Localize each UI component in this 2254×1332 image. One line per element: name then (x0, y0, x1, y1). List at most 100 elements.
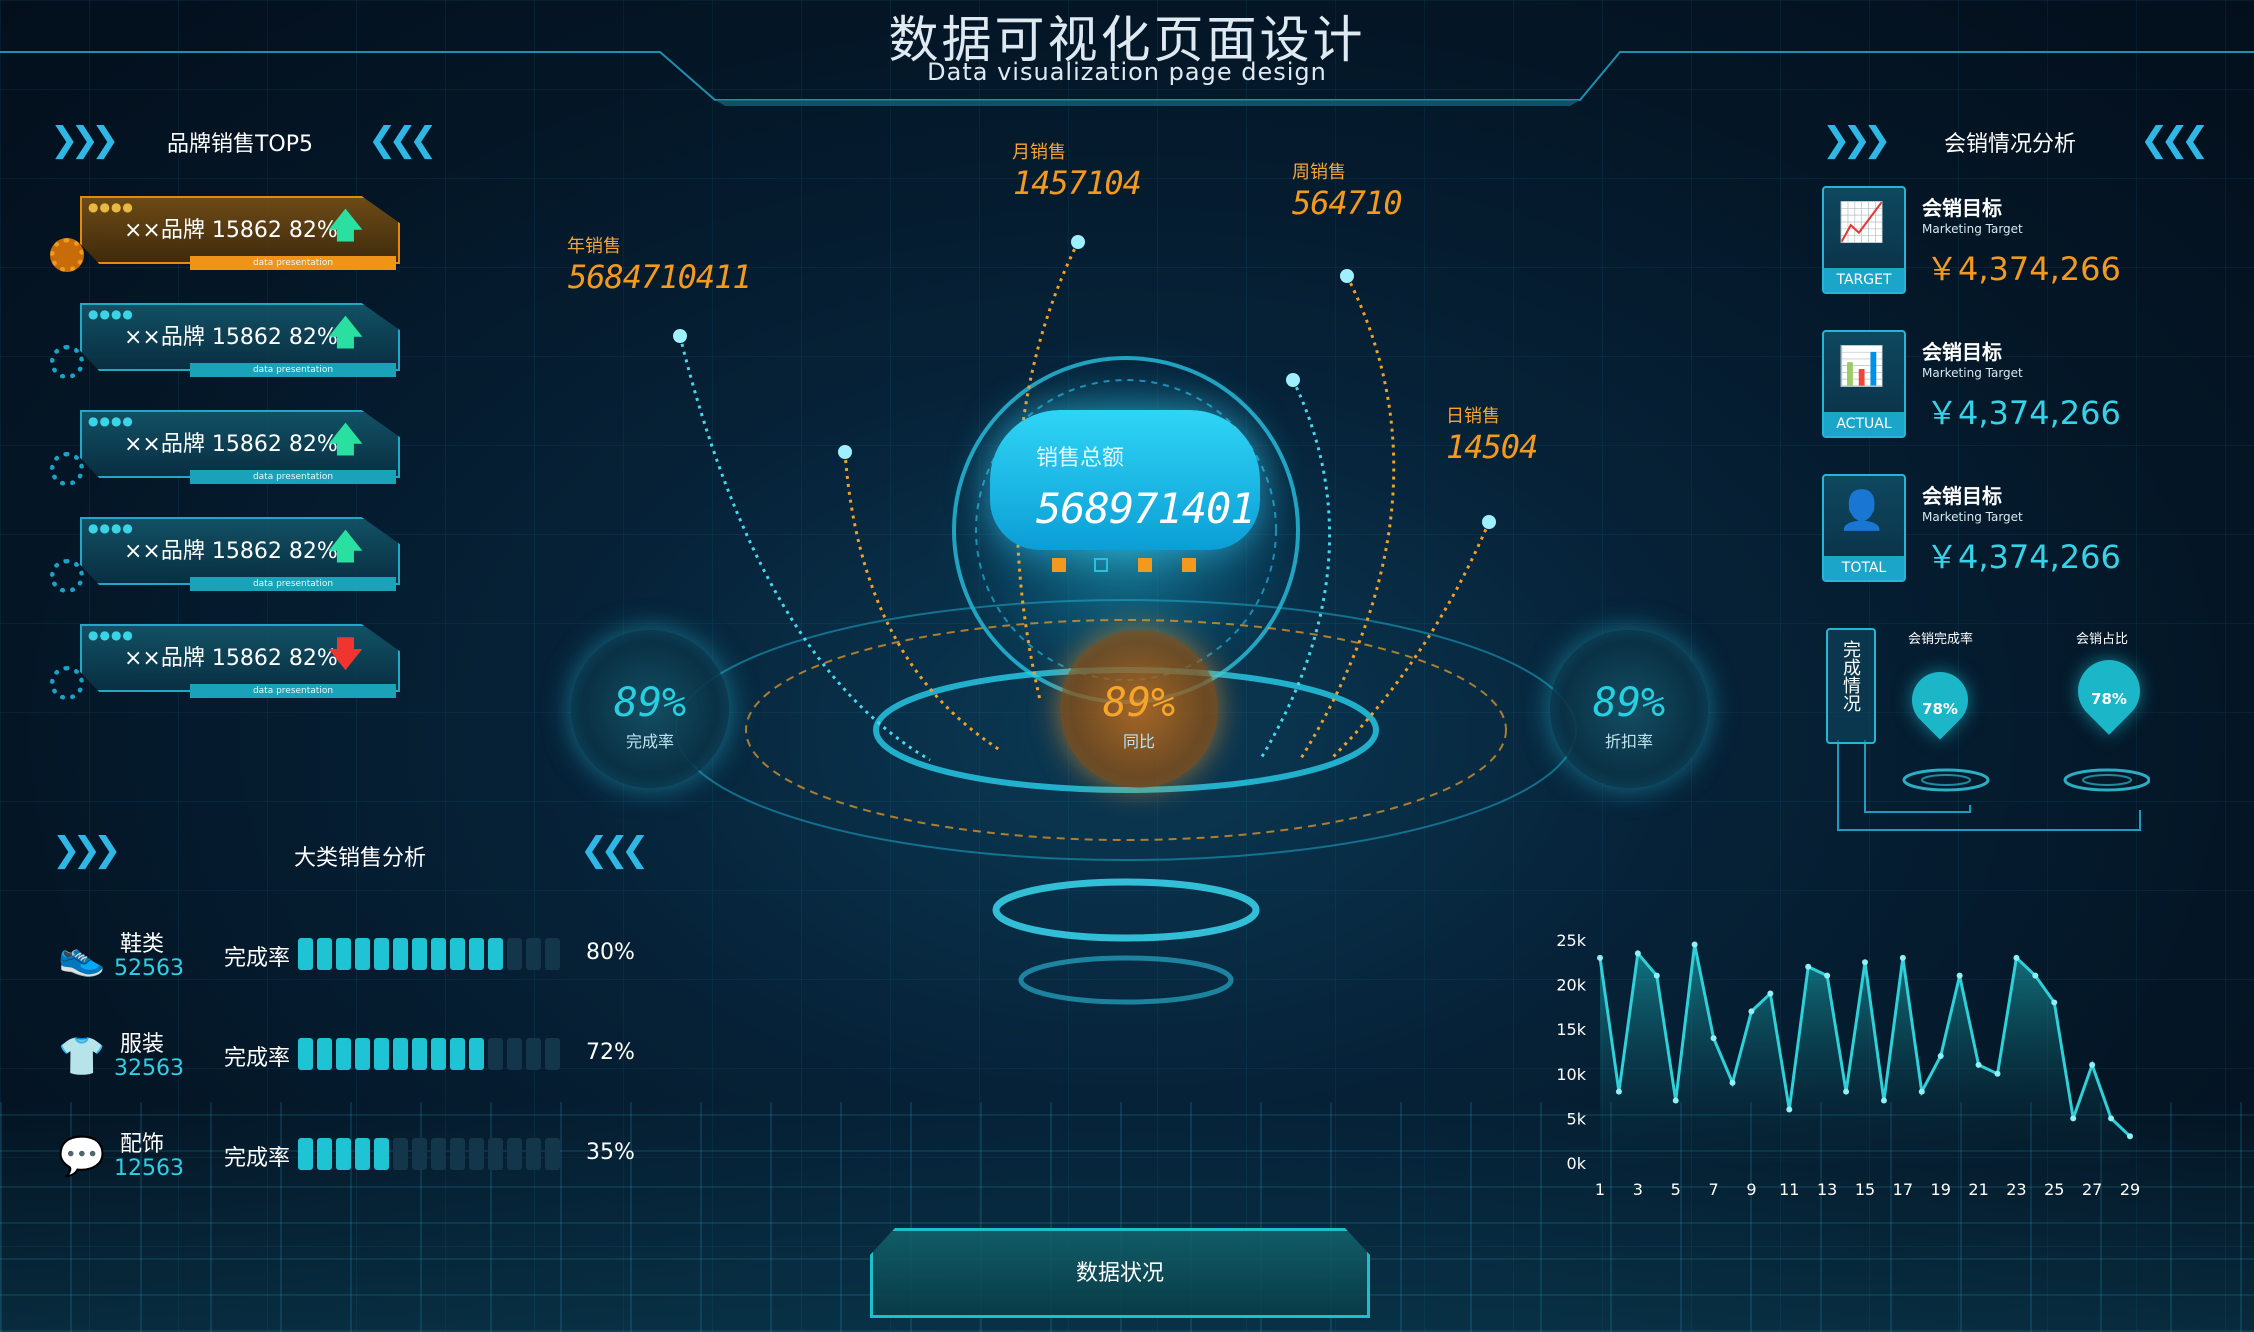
kpi-subtitle: Marketing Target (1922, 510, 2023, 524)
data-point (1710, 1035, 1717, 1042)
kpi-card: 👤 TOTAL 会销目标 Marketing Target ￥4,374,266 (1822, 474, 2142, 584)
category-value: 32563 (114, 1056, 184, 1081)
brand-card[interactable]: ●●●● ××品牌 15862 82% 🡅 data presentation (50, 196, 400, 284)
brand-card-strip: data presentation (190, 363, 396, 377)
kpi-value: ￥4,374,266 (1926, 394, 2121, 432)
data-point (1805, 963, 1812, 970)
progress-segment (526, 1038, 541, 1070)
x-tick-label: 17 (1893, 1180, 1913, 1199)
data-point (1862, 959, 1868, 966)
brand-card-strip: data presentation (190, 470, 396, 484)
shoe-icon: 👟 (58, 934, 106, 978)
x-tick-label: 25 (2044, 1180, 2064, 1199)
arrow-up-icon: 🡅 (328, 313, 363, 353)
progress-segment (469, 1138, 484, 1170)
progress-segment (450, 938, 465, 970)
arrow-up-icon: 🡅 (328, 206, 363, 246)
progress-segment (431, 1138, 446, 1170)
category-panel-title: 大类销售分析 (293, 846, 426, 871)
connector-node (1138, 558, 1152, 572)
data-point (2013, 954, 2020, 961)
x-tick-label: 23 (2006, 1180, 2026, 1199)
brand-card-label: ××品牌 15862 82% (124, 325, 338, 350)
data-point (1843, 1088, 1850, 1095)
month-sales-label: 月销售 (1012, 142, 1066, 163)
data-point (1937, 1052, 1944, 1059)
year-sales-value: 5684710411 (568, 258, 752, 296)
kpi-tag: TARGET (1824, 268, 1904, 292)
chevron-right-icon: ❯❯❯ (52, 830, 122, 870)
x-tick-label: 1 (1595, 1180, 1605, 1199)
brand-card-label: ××品牌 15862 82% (124, 539, 338, 564)
progress-segment (488, 1138, 503, 1170)
y-tick-label: 15k (1556, 1020, 1586, 1039)
kpi-tag: TOTAL (1824, 556, 1904, 580)
progress-segment (374, 1138, 389, 1170)
arrow-up-icon: 🡅 (328, 527, 363, 567)
data-point (1634, 950, 1641, 957)
progress-segment (545, 1038, 560, 1070)
progress-segment (336, 938, 351, 970)
data-point (1767, 990, 1774, 997)
drop-value: 78% (1922, 700, 1958, 718)
data-point (1653, 972, 1660, 979)
brand-card-label: ××品牌 15862 82% (124, 218, 338, 243)
brand-card[interactable]: ●●●● ××品牌 15862 82% 🡅 data presentation (50, 410, 400, 498)
gear-icon (50, 666, 84, 700)
completion-rate-gauge: 89% 完成率 (571, 630, 729, 788)
gauge-value: 89% (1102, 680, 1176, 726)
completion-rate-label: 完成率 (224, 946, 291, 971)
data-status-tab[interactable]: 数据状况 (870, 1228, 1370, 1318)
progress-segment (355, 1038, 370, 1070)
progress-segment (374, 1038, 389, 1070)
kpi-subtitle: Marketing Target (1922, 366, 2023, 380)
x-tick-label: 19 (1931, 1180, 1951, 1199)
connector-node (1094, 558, 1108, 572)
chart-target-icon: 📈 (1838, 200, 1886, 244)
total-sales-label: 销售总额 (1036, 446, 1125, 471)
data-point (1975, 1061, 1982, 1068)
data-point (1597, 954, 1603, 961)
progress-segment (355, 938, 370, 970)
kpi-subtitle: Marketing Target (1922, 222, 2023, 236)
chevron-right-icon: ❯❯❯ (1822, 120, 1892, 160)
data-point (1691, 941, 1698, 948)
data-point (1899, 954, 1906, 961)
gear-icon (50, 452, 84, 486)
data-point (1994, 1070, 2001, 1077)
data-point (1729, 1079, 1736, 1086)
progress-segment (431, 1038, 446, 1070)
gauge-label: 完成率 (625, 732, 674, 751)
x-tick-label: 13 (1817, 1180, 1837, 1199)
progress-segment (393, 1138, 408, 1170)
completion-percent: 72% (586, 1040, 635, 1065)
chevron-left-icon: ❮❮❮ (2140, 120, 2210, 160)
total-sales-value: 568971401 (1036, 484, 1256, 533)
progress-segment (317, 938, 332, 970)
x-tick-label: 3 (1633, 1180, 1643, 1199)
kpi-icon-box: 📊 ACTUAL (1822, 330, 1906, 438)
progress-segment (393, 938, 408, 970)
kpi-tag: ACTUAL (1824, 412, 1904, 436)
category-name: 服装 (120, 1032, 165, 1057)
discount-rate-gauge: 89% 折扣率 (1550, 630, 1708, 788)
kpi-title: 会销目标 (1922, 484, 2002, 508)
x-tick-label: 21 (1968, 1180, 1988, 1199)
data-status-tab-label: 数据状况 (1075, 1261, 1164, 1286)
drop-value: 78% (2091, 690, 2127, 708)
brand-card[interactable]: ●●●● ××品牌 15862 82% 🡇 data presentation (50, 624, 400, 712)
connector-node (1052, 558, 1066, 572)
category-row: 💬 配饰 12563 完成率 35% (58, 1126, 658, 1196)
chevron-right-icon: ❯❯❯ (50, 120, 120, 160)
kpi-icon-box: 👤 TOTAL (1822, 474, 1906, 582)
yoy-gauge: 89% 同比 (1060, 630, 1218, 788)
completion-box: 完成情况 (1826, 628, 1876, 744)
accessory-icon: 💬 (58, 1134, 106, 1178)
brand-card[interactable]: ●●●● ××品牌 15862 82% 🡅 data presentation (50, 303, 400, 391)
gauge-label: 折扣率 (1604, 732, 1653, 751)
day-sales-value: 14504 (1446, 428, 1538, 466)
data-point (2032, 972, 2039, 979)
brand-card[interactable]: ●●●● ××品牌 15862 82% 🡅 data presentation (50, 517, 400, 605)
category-name: 配饰 (120, 1132, 165, 1157)
sales-line-chart: 25k20k15k10k5k0k1 3 5 7 9 11 13 15 17 19 21 23 25 27 2… (1556, 931, 2140, 1199)
